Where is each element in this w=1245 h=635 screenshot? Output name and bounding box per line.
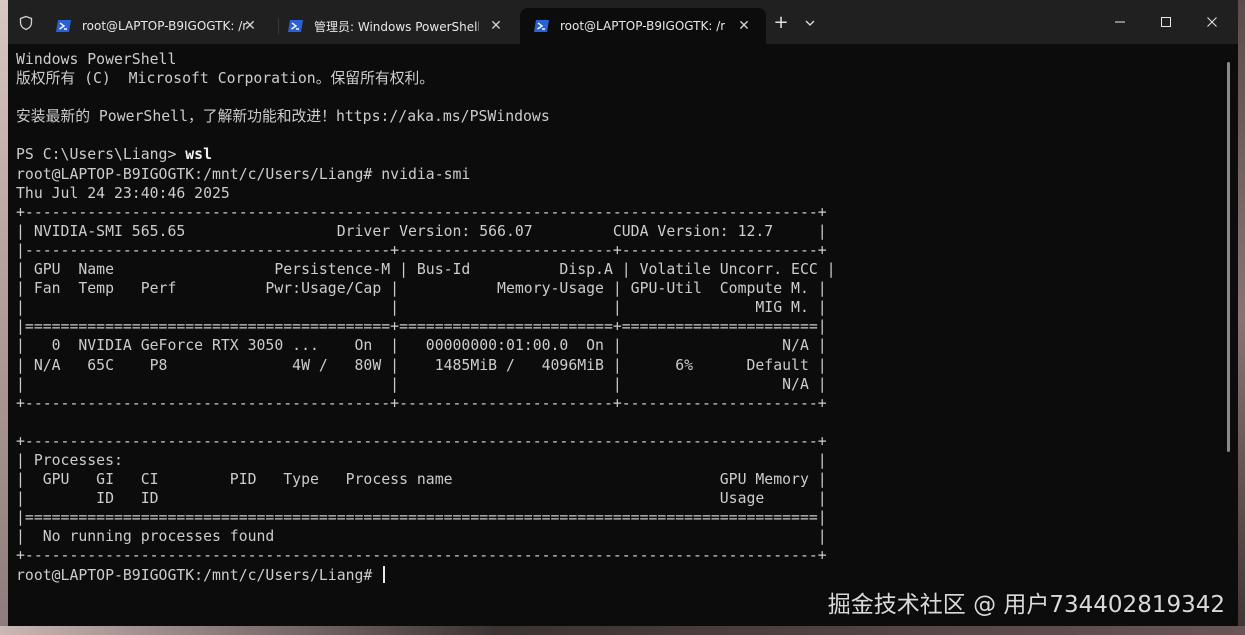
terminal-window: root@LAPTOP-B9IGOGTK: /mnt/c/Users/Liang…	[8, 0, 1238, 626]
maximize-icon	[1161, 17, 1171, 27]
text-cursor	[383, 565, 386, 583]
terminal-line: | No running processes found |	[16, 528, 827, 546]
terminal-line: | NVIDIA-SMI 565.65 Driver Version: 566.…	[16, 222, 827, 240]
tab-label: root@LAPTOP-B9IGOGTK: /mnt/c/Users/Liang	[82, 19, 247, 33]
terminal-line: |---------------------------------------…	[16, 241, 827, 259]
powershell-icon	[534, 19, 550, 33]
shield-icon[interactable]	[18, 15, 34, 31]
powershell-icon	[56, 19, 72, 33]
close-icon[interactable]: ✕	[488, 18, 504, 34]
terminal-line: Windows PowerShell	[16, 51, 177, 68]
maximize-button[interactable]	[1144, 8, 1188, 36]
tab-3-active[interactable]: root@LAPTOP-B9IGOGTK: /mnt/c/Users/Liang…	[520, 8, 766, 44]
close-icon[interactable]: ✕	[736, 18, 752, 34]
close-icon	[1207, 17, 1217, 27]
terminal-line: | N/A 65C P8 4W / 80W | 1485MiB / 4096Mi…	[16, 356, 827, 374]
desktop-wallpaper-right	[1237, 0, 1245, 635]
terminal-line: | Processes: |	[16, 451, 827, 469]
minimize-icon	[1115, 21, 1125, 23]
scrollbar[interactable]	[1227, 62, 1230, 452]
terminal-line: Thu Jul 24 23:40:46 2025	[16, 184, 230, 202]
terminal-line: | | | N/A |	[16, 375, 827, 393]
terminal-output[interactable]: Windows PowerShell 版权所有 (C) Microsoft Cor…	[16, 50, 1216, 610]
terminal-line: | | | MIG M. |	[16, 299, 827, 317]
terminal-line: | GPU Name Persistence-M | Bus-Id Disp.A…	[16, 261, 836, 279]
terminal-line: +---------------------------------------…	[16, 547, 827, 565]
tab-label: 管理员: Windows PowerShell	[314, 19, 479, 34]
powershell-icon	[288, 19, 304, 33]
terminal-line: +---------------------------------------…	[16, 394, 827, 412]
window-close-button[interactable]	[1190, 8, 1234, 36]
terminal-line: +---------------------------------------…	[16, 432, 827, 450]
desktop-wallpaper-bottom	[0, 626, 1245, 635]
terminal-line: | Fan Temp Perf Pwr:Usage/Cap | Memory-U…	[16, 280, 827, 298]
tab-2[interactable]: 管理员: Windows PowerShell ✕	[274, 8, 518, 44]
terminal-line: | ID ID Usage |	[16, 490, 827, 508]
chevron-down-icon[interactable]	[800, 12, 820, 34]
terminal-line: root@LAPTOP-B9IGOGTK:/mnt/c/Users/Liang#…	[16, 165, 471, 183]
terminal-line: | 0 NVIDIA GeForce RTX 3050 ... On | 000…	[16, 337, 827, 355]
terminal-line: PS C:\Users\Liang> wsl	[16, 146, 212, 164]
watermark: 掘金技术社区 @ 用户734402819342	[827, 592, 1225, 618]
terminal-line: root@LAPTOP-B9IGOGTK:/mnt/c/Users/Liang#	[16, 565, 1216, 585]
terminal-line: 版权所有 (C) Microsoft Corporation。保留所有权利。	[16, 70, 435, 88]
tab-label: root@LAPTOP-B9IGOGTK: /mnt/c/Users/Liang	[560, 19, 725, 33]
close-icon[interactable]: ✕	[242, 18, 258, 34]
terminal-line: | GPU GI CI PID Type Process name GPU Me…	[16, 471, 827, 489]
terminal-line: 安装最新的 PowerShell，了解新功能和改进！https://aka.ms…	[16, 108, 550, 126]
tab-1[interactable]: root@LAPTOP-B9IGOGTK: /mnt/c/Users/Liang…	[42, 8, 272, 44]
terminal-line: |=======================================…	[16, 318, 827, 336]
terminal-line: +---------------------------------------…	[16, 203, 827, 221]
terminal-line: |=======================================…	[16, 509, 827, 527]
title-bar: root@LAPTOP-B9IGOGTK: /mnt/c/Users/Liang…	[8, 0, 1238, 44]
new-tab-button[interactable]: +	[770, 12, 792, 34]
minimize-button[interactable]	[1098, 8, 1142, 36]
